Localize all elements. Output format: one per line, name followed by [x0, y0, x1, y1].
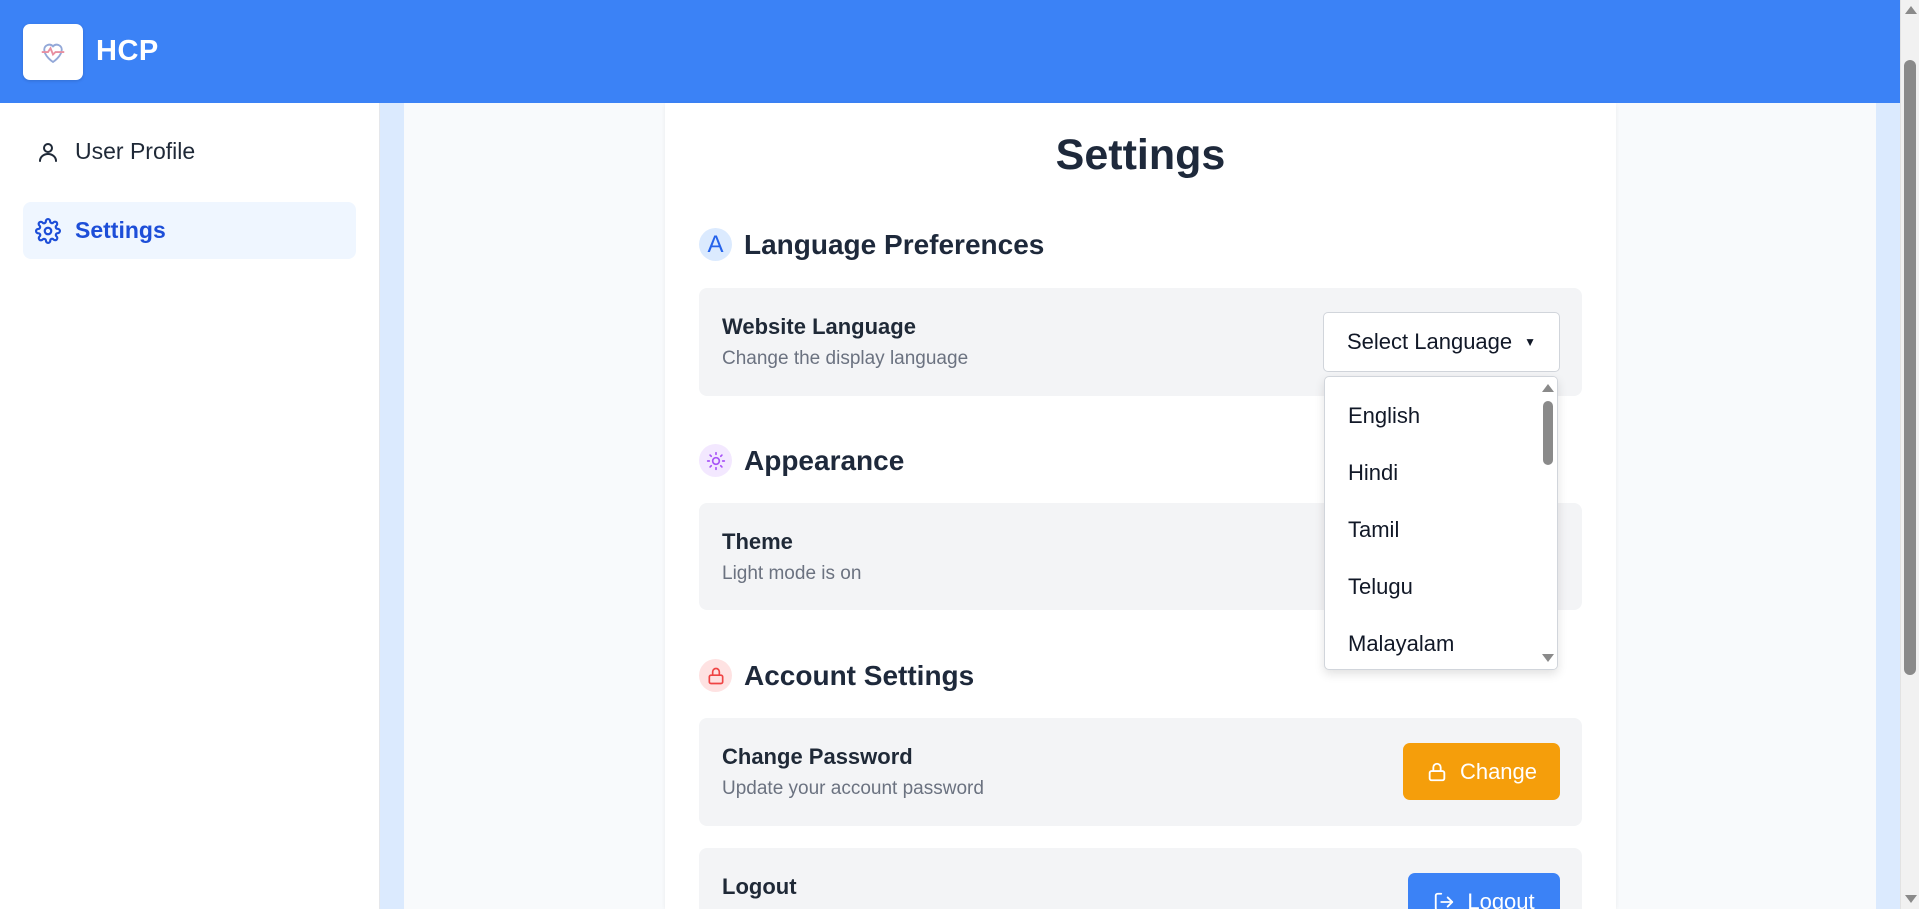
lock-icon [699, 659, 732, 692]
content-border-left [380, 103, 404, 909]
content-border-right [1876, 103, 1900, 909]
scroll-down-arrow-icon[interactable] [1542, 654, 1554, 662]
chevron-down-icon: ▼ [1524, 335, 1537, 349]
language-dropdown-list[interactable]: English Hindi Tamil Telugu Malayalam [1324, 376, 1558, 670]
user-icon [35, 139, 61, 165]
scroll-up-arrow-icon[interactable] [1542, 384, 1554, 392]
heart-pulse-icon [41, 43, 65, 63]
sidebar-item-label: Settings [75, 217, 166, 243]
sidebar-item-label: User Profile [75, 138, 196, 164]
lock-icon [1426, 761, 1448, 783]
dropdown-scrollbar-thumb[interactable] [1543, 401, 1553, 465]
dropdown-scrollbar[interactable] [1540, 377, 1557, 669]
section-title: Account Settings [744, 659, 975, 691]
sidebar-item-settings[interactable]: Settings [23, 202, 356, 259]
language-icon: A [699, 228, 732, 261]
account-section-header: Account Settings [699, 659, 974, 692]
sun-icon [699, 444, 732, 477]
button-label: Change [1459, 758, 1538, 784]
brand-name: HCP [96, 35, 159, 67]
option-hindi[interactable]: Hindi [1325, 444, 1557, 501]
option-telugu[interactable]: Telugu [1325, 558, 1557, 615]
top-header: HCP [0, 0, 1900, 103]
section-title: Language Preferences [744, 228, 1045, 260]
select-label: Select Language [1347, 329, 1513, 354]
button-label: Logout [1467, 888, 1535, 909]
scroll-down-arrow-icon[interactable] [1905, 895, 1917, 903]
section-title: Appearance [744, 444, 905, 476]
option-english[interactable]: English [1325, 387, 1557, 444]
logout-button[interactable]: Logout [1408, 873, 1560, 909]
scrollbar-thumb[interactable] [1904, 60, 1916, 675]
option-tamil[interactable]: Tamil [1325, 501, 1557, 558]
sidebar: User Profile Settings [0, 103, 380, 909]
language-select[interactable]: Select Language ▼ [1323, 312, 1560, 372]
appearance-section-header: Appearance [699, 444, 904, 477]
sidebar-item-user-profile[interactable]: User Profile [23, 123, 356, 180]
change-password-button[interactable]: Change [1403, 743, 1560, 800]
option-malayalam[interactable]: Malayalam [1325, 615, 1557, 669]
page-title: Settings [1055, 131, 1226, 179]
app-logo[interactable] [23, 23, 83, 80]
scroll-up-arrow-icon[interactable] [1905, 6, 1917, 14]
page-scrollbar[interactable] [1900, 0, 1919, 909]
language-section-header: A Language Preferences [699, 228, 1044, 261]
logout-icon [1433, 891, 1455, 909]
gear-icon [35, 217, 61, 244]
